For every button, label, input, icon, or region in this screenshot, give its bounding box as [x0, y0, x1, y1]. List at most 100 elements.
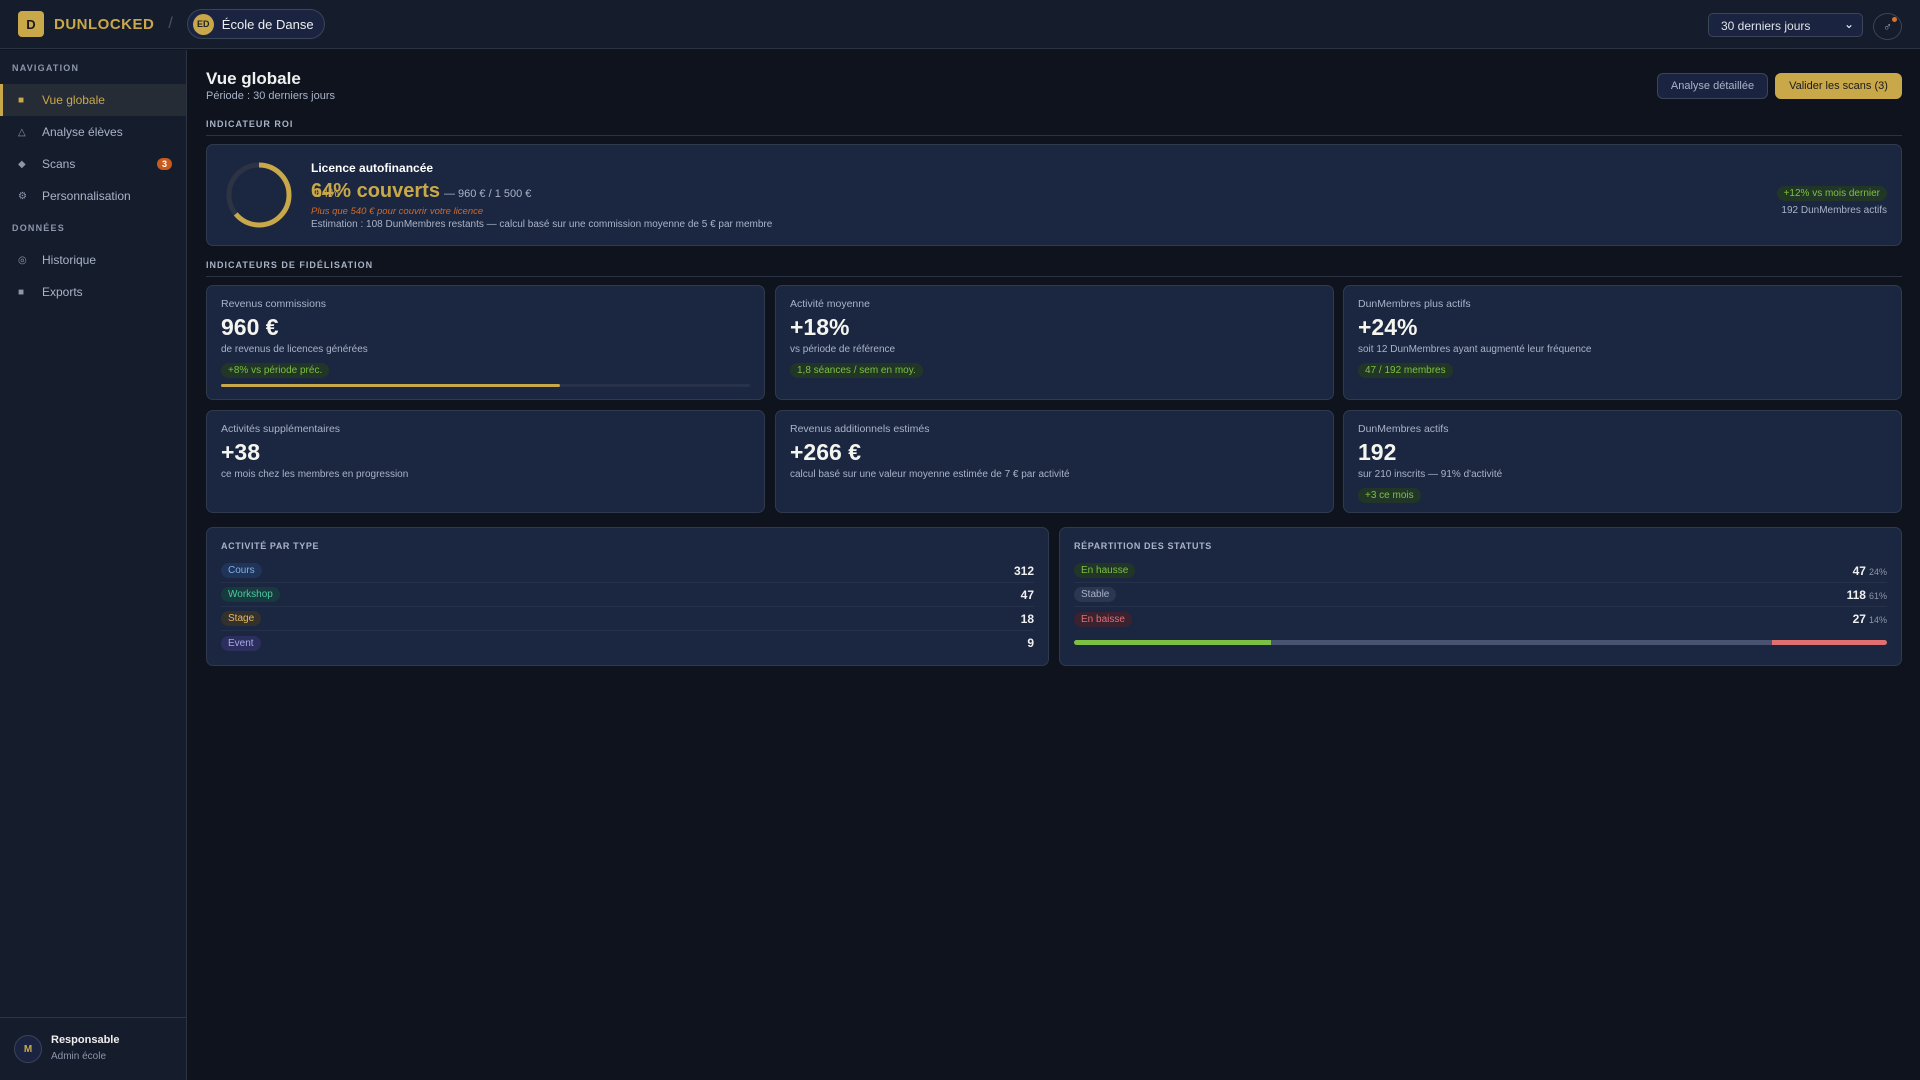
user-profile[interactable]: M Responsable Admin école [0, 1017, 186, 1080]
status-tag: En baisse [1074, 611, 1132, 627]
status-count: 118 [1846, 587, 1866, 602]
kpi-card: DunMembres actifs 192 sur 210 inscrits —… [1343, 410, 1902, 513]
brand-name: DUNLOCKED [54, 15, 155, 33]
roi-headline: 64% couverts — 960 € / 1 500 € [311, 180, 531, 203]
school-avatar: ED [192, 13, 214, 35]
page-subtitle: Période : 30 derniers jours [206, 90, 336, 102]
kpi-description: de revenus de licences générées [221, 344, 368, 355]
sidebar-item-analyse[interactable]: △ Analyse élèves [0, 116, 186, 148]
status-segment [1074, 640, 1272, 645]
nav-section-title: NAVIGATION [12, 63, 80, 73]
logo: D [18, 11, 44, 37]
kpi-label: Activité moyenne [790, 298, 870, 310]
sidebar-item-exports[interactable]: ■ Exports [0, 276, 186, 308]
status-count: 47 [1852, 563, 1866, 578]
kpi-label: Revenus additionnels estimés [790, 423, 930, 435]
kpi-value: +18% [790, 314, 850, 340]
status-segment [1271, 640, 1773, 645]
fidelity-section-title: INDICATEURS DE FIDÉLISATION [206, 260, 1902, 277]
kpi-description: calcul basé sur une valeur moyenne estim… [790, 469, 1070, 480]
sidebar-item-label: Scans [42, 157, 76, 171]
gear-icon: ⚙ [18, 190, 27, 202]
user-role: Admin école [51, 1051, 107, 1062]
status-segment [1772, 640, 1887, 645]
analysis-button[interactable]: Analyse détaillée [1657, 73, 1768, 99]
kpi-card: Activités supplémentaires +38 ce mois ch… [206, 410, 765, 513]
sidebar-item-vue-globale[interactable]: ■ Vue globale [0, 84, 186, 116]
target-icon: ◎ [18, 254, 27, 266]
status-title: RÉPARTITION DES STATUTS [1074, 541, 1212, 551]
roi-card: 64% Licence autofinancée 64% couverts — 9… [206, 144, 1902, 246]
kpi-card: Activité moyenne +18% vs période de réfé… [775, 285, 1334, 400]
sidebar-item-label: Vue globale [42, 93, 105, 107]
period-select[interactable]: 30 derniers jours ⌄ [1708, 13, 1863, 37]
scans-badge: 3 [156, 158, 172, 170]
kpi-card: Revenus additionnels estimés +266 € calc… [775, 410, 1334, 513]
activity-title: ACTIVITÉ PAR TYPE [221, 541, 320, 551]
kpi-progress-bar [221, 384, 750, 387]
roi-estimate: Estimation : 108 DunMembres restants — c… [311, 219, 773, 230]
kpi-label: Revenus commissions [221, 298, 327, 310]
kpi-description: soit 12 DunMembres ayant augmenté leur f… [1358, 344, 1592, 355]
top-bar: D DUNLOCKED / ED École de Danse [0, 0, 1920, 49]
user-name: Responsable [51, 1034, 120, 1046]
roi-warning: Plus que 540 € pour couvrir votre licenc… [311, 206, 484, 217]
kpi-value: +38 [221, 439, 261, 465]
sidebar-item-historique[interactable]: ◎ Historique [0, 244, 186, 276]
sidebar-item-label: Exports [42, 285, 83, 299]
activity-row: Stage 18 [221, 607, 1034, 631]
sidebar-item-scans[interactable]: ◆ Scans 3 [0, 148, 186, 180]
roi-title: Licence autofinancée [311, 161, 434, 175]
kpi-value: +24% [1358, 314, 1418, 340]
status-percent: 24% [1868, 566, 1887, 577]
kpi-description: sur 210 inscrits — 91% d'activité [1358, 469, 1503, 480]
status-panel: RÉPARTITION DES STATUTS En hausse 47 24% St… [1059, 527, 1902, 666]
roi-section-title: INDICATEUR ROI [206, 119, 1902, 136]
school-name: École de Danse [221, 16, 314, 32]
roi-progress-ring: 64% [225, 161, 339, 229]
status-row: En baisse 27 14% [1074, 607, 1887, 631]
activity-row: Workshop 47 [221, 583, 1034, 607]
kpi-value: 960 € [221, 314, 279, 340]
roi-active: 192 DunMembres actifs [1781, 205, 1887, 216]
kpi-pill: 47 / 192 membres [1358, 363, 1453, 378]
validate-scans-button[interactable]: Valider les scans (3) [1775, 73, 1902, 99]
kpi-value: +266 € [790, 439, 861, 465]
kpi-pill: +8% vs période préc. [221, 363, 330, 378]
kpi-pill: +3 ce mois [1358, 488, 1421, 503]
data-section-title: DONNÉES [12, 223, 65, 233]
kpi-card: DunMembres plus actifs +24% soit 12 DunM… [1343, 285, 1902, 400]
activity-panel: ACTIVITÉ PAR TYPE Cours 312 Workshop 47 Stag… [206, 527, 1049, 666]
activity-type-tag: Stage [221, 611, 262, 626]
square-icon: ■ [18, 286, 25, 298]
status-distribution-bar [1074, 640, 1887, 645]
diamond-icon: ◆ [18, 158, 26, 170]
status-row: Stable 118 61% [1074, 583, 1887, 607]
school-switcher[interactable]: ED École de Danse [186, 9, 325, 39]
roi-amounts: — 960 € / 1 500 € [443, 188, 532, 200]
triangle-icon: △ [18, 126, 26, 138]
activity-type-tag: Cours [221, 563, 262, 578]
sidebar-item-label: Historique [42, 253, 97, 267]
status-tag: En hausse [1074, 563, 1136, 578]
user-menu-button[interactable]: ♂ [1873, 13, 1902, 40]
square-icon: ■ [18, 94, 25, 106]
activity-count: 18 [1020, 611, 1034, 626]
kpi-value: 192 [1358, 439, 1397, 465]
kpi-label: DunMembres plus actifs [1358, 298, 1471, 310]
sidebar-item-label: Analyse élèves [42, 125, 123, 139]
status-tag: Stable [1074, 587, 1117, 602]
activity-type-tag: Event [221, 635, 261, 651]
page-title: Vue globale [206, 69, 301, 88]
kpi-label: DunMembres actifs [1358, 423, 1449, 435]
user-icon: ♂ [1883, 19, 1892, 34]
sidebar-item-personnalisation[interactable]: ⚙ Personnalisation [0, 180, 186, 212]
activity-count: 47 [1020, 587, 1034, 602]
notification-dot [1892, 17, 1897, 22]
activity-row: Cours 312 [221, 559, 1034, 583]
kpi-card: Revenus commissions 960 € de revenus de … [206, 285, 765, 400]
activity-row: Event 9 [221, 631, 1034, 655]
status-row: En hausse 47 24% [1074, 559, 1887, 583]
sidebar: NAVIGATION ■ Vue globale △ Analyse élèves … [0, 50, 187, 1080]
kpi-label: Activités supplémentaires [221, 423, 341, 435]
